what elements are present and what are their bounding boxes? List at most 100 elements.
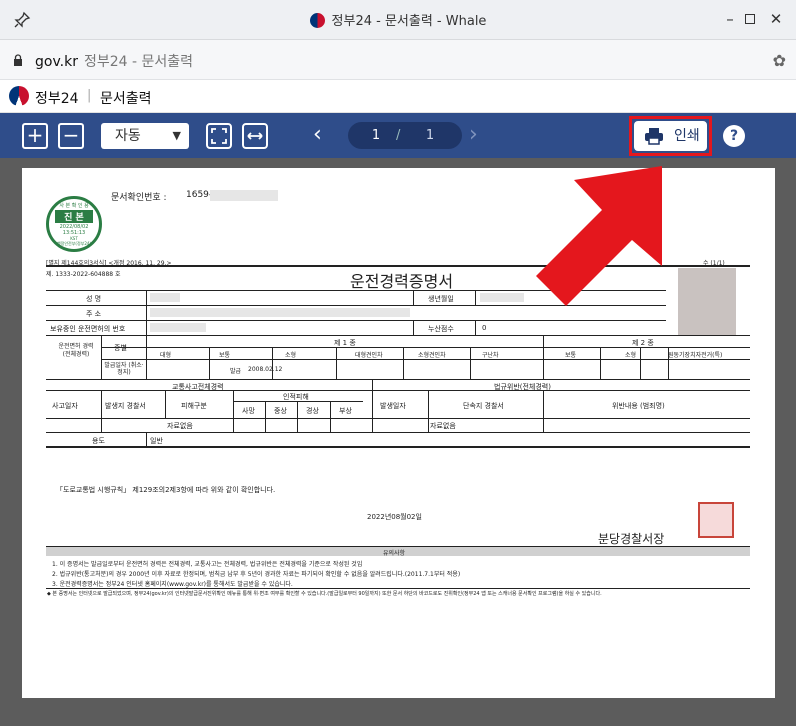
red-arrow-annotation: [536, 166, 662, 306]
maximize-button[interactable]: [727, 6, 755, 32]
grid-line: [209, 347, 210, 379]
print-button[interactable]: 인쇄: [634, 121, 707, 151]
confirm-number: 1659-: [186, 190, 213, 200]
issue-date-label: 발급일자 (취소·정지): [104, 362, 144, 376]
grid-line: [165, 390, 166, 418]
casualty-minor: 경상: [306, 407, 319, 415]
stamp-top-text: 사 본 확 인 용: [59, 203, 89, 209]
issue-date-value: 2008.02.12: [248, 366, 283, 373]
authenticity-stamp: 사 본 확 인 용 진 본 2022/08/02 13:51:13 KST 행정…: [46, 196, 102, 252]
grid-line: [46, 432, 750, 433]
redacted-address: [150, 308, 410, 317]
help-icon: ?: [729, 128, 739, 144]
grid-line: [543, 347, 544, 379]
grid-line: [272, 347, 273, 379]
license-col-3: 소형: [285, 352, 297, 359]
grid-line: [413, 320, 414, 335]
license-col-4: 대형견인차: [355, 352, 383, 359]
grid-line: [146, 290, 147, 335]
law-text: 「도로교통법 시행규칙」 제129조의2제3항에 따라 위와 같이 확인합니다.: [56, 486, 276, 494]
zoom-out-icon: −: [62, 123, 80, 147]
zoom-in-icon: +: [26, 123, 44, 147]
extension-icon[interactable]: ✿: [773, 51, 786, 70]
help-button[interactable]: ?: [723, 125, 745, 147]
url-domain: gov.kr: [35, 54, 78, 70]
grid-line: [101, 359, 750, 360]
note-3: 3. 운전경력증명서는 정부24 인터넷 홈페이지(www.gov.kr)를 통…: [52, 581, 293, 588]
close-button[interactable]: ✕: [763, 6, 789, 32]
gov24-logo-icon: [9, 86, 29, 106]
grid-line: [372, 379, 373, 432]
redacted-name: [150, 293, 180, 302]
prev-page-icon[interactable]: ‹: [313, 121, 322, 149]
grid-line: [330, 401, 331, 432]
grid-line: [146, 432, 147, 446]
violation-no-data: 자료없음: [430, 422, 456, 430]
site-page-title: 문서출력: [100, 91, 152, 107]
grid-line: [403, 347, 404, 379]
zoom-select[interactable]: 자동 ▼: [101, 123, 189, 149]
grid-line: [640, 347, 641, 379]
current-page[interactable]: 1: [366, 122, 386, 149]
purpose-value: 일반: [150, 437, 163, 445]
grid-line: [297, 401, 298, 432]
accident-header: 교통사고전체경력: [172, 383, 224, 391]
grid-line: [101, 335, 102, 379]
grid-line: [265, 401, 266, 432]
footnote: ◆ 본 증명서는 인터넷으로 발급되었으며, 정부24(gov.kr)의 인터넷…: [47, 591, 602, 597]
note-1: 1. 이 증명서는 발급일로부터 운전면허 경력은 전체경력, 교통사고는 전체…: [52, 561, 363, 568]
grid-line: [46, 446, 750, 448]
grid-line: [46, 390, 750, 391]
window-title-text: 정부24 - 문서출력 - Whale: [331, 14, 487, 29]
address-label: 주 소: [86, 310, 102, 318]
window-title: 정부24 - 문서출력 - Whale: [0, 10, 796, 29]
gov-logo-icon: [309, 13, 325, 28]
print-label: 인쇄: [674, 128, 700, 144]
casualty-serious: 중상: [274, 407, 287, 415]
document-title: 운전경력증명서: [350, 272, 454, 291]
grid-line: [470, 347, 471, 379]
class2-header: 제 2 종: [632, 339, 654, 347]
grid-line: [46, 320, 666, 321]
next-page-icon[interactable]: ›: [469, 121, 478, 149]
victim-type-label: 피해구분: [181, 402, 207, 410]
penalty-label: 누산점수: [428, 325, 454, 333]
fit-page-icon[interactable]: [206, 123, 232, 149]
redacted-license-number: [150, 323, 206, 332]
license-col-7: 보통: [565, 352, 577, 359]
site-name[interactable]: 정부24: [35, 88, 79, 108]
kind-label: 종별: [114, 344, 127, 352]
name-label: 성 명: [86, 295, 102, 303]
accident-no-data: 자료없음: [167, 422, 193, 430]
grid-line: [413, 290, 414, 305]
grid-line: [600, 347, 601, 379]
fit-width-icon[interactable]: [242, 123, 268, 149]
zoom-in-button[interactable]: +: [22, 123, 48, 149]
document-number: 제. 1333-2022-604888 호: [46, 271, 121, 278]
violation-content-label: 위반내용 (범죄명): [612, 402, 665, 410]
grid-line: [475, 320, 476, 335]
grid-line: [336, 347, 337, 379]
accident-station-label: 발생지 경찰서: [105, 402, 146, 410]
url-text[interactable]: gov.kr 정부24 - 문서출력: [35, 51, 193, 71]
grid-line: [146, 335, 147, 379]
casualty-death: 사망: [242, 407, 255, 415]
url-page-title: 정부24 - 문서출력: [83, 54, 194, 70]
license-col-5: 소형견인차: [418, 352, 446, 359]
violation-station-label: 단속지 경찰서: [463, 402, 504, 410]
birth-label: 생년월일: [428, 295, 454, 303]
page-navigator[interactable]: 1 / 1: [348, 122, 462, 149]
stamp-bottom-text: 행정안전부(정부24): [57, 241, 91, 246]
confirm-number-label: 문서확인번호 :: [111, 193, 167, 203]
lock-icon: [14, 54, 22, 66]
license-col-2: 보통: [219, 352, 231, 359]
zoom-out-button[interactable]: −: [58, 123, 84, 149]
grid-line: [543, 390, 544, 432]
chevron-down-icon: ▼: [172, 129, 181, 142]
violation-header: 법규위반(전체경력): [494, 383, 551, 391]
casualty-injury: 부상: [339, 407, 352, 415]
grid-line: [668, 347, 669, 379]
address-bar[interactable]: gov.kr 정부24 - 문서출력 ✿: [0, 40, 796, 80]
casualty-header: 인적피해: [283, 393, 309, 401]
issue-full-date: 2022년08월02일: [367, 513, 422, 521]
